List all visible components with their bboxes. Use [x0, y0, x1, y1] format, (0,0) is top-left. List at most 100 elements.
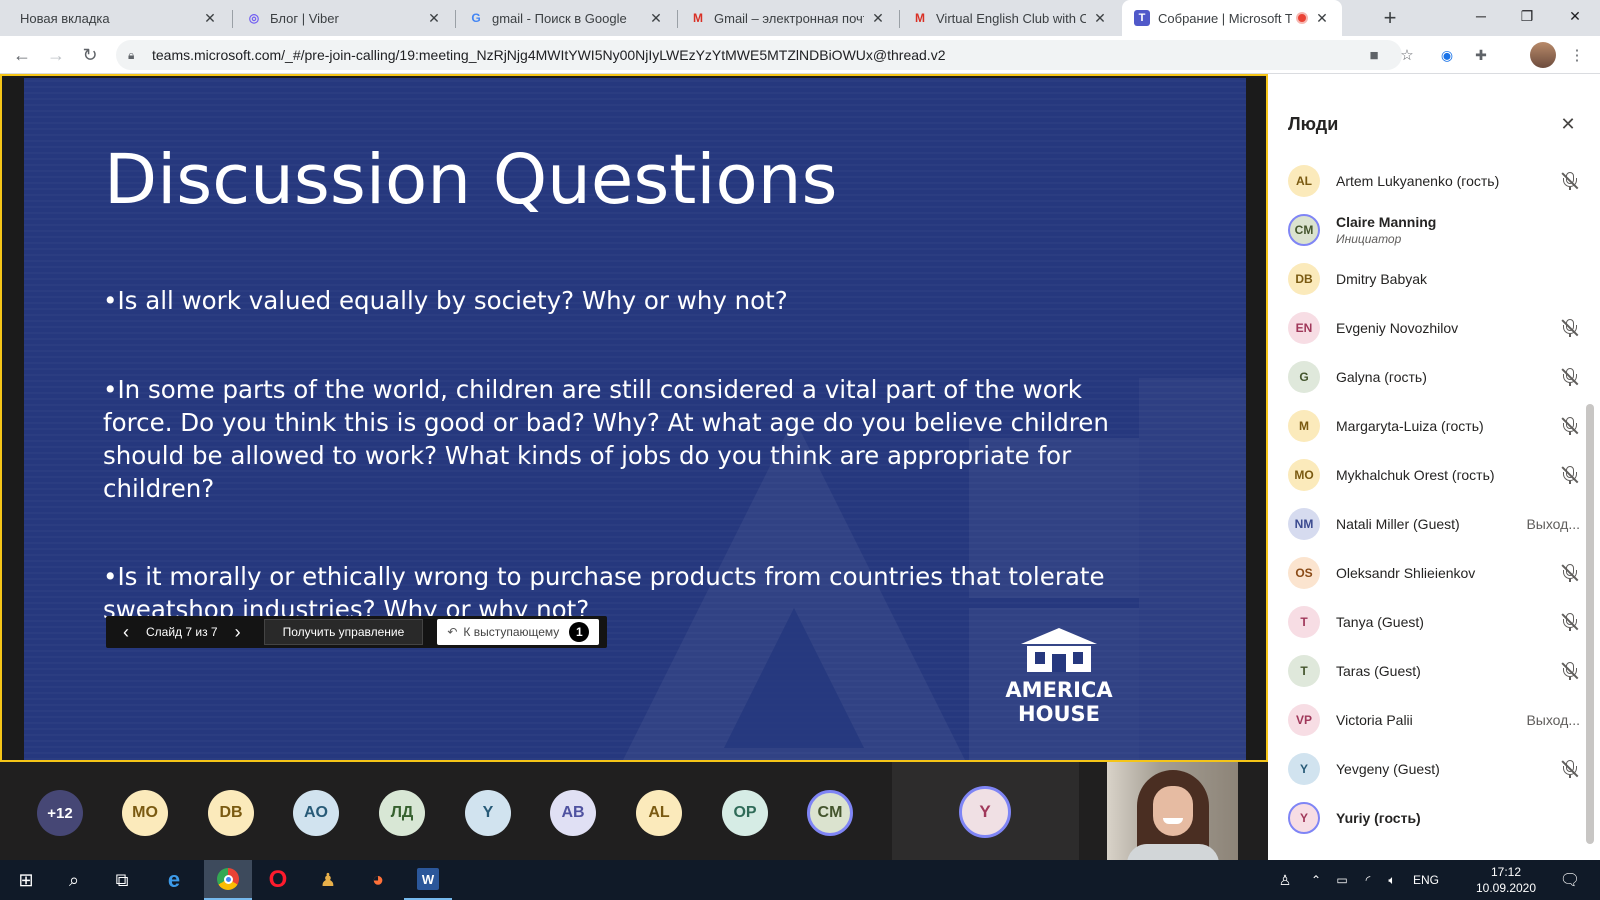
overflow-participants-button[interactable]: +12 [37, 790, 83, 836]
previous-slide-button[interactable]: ‹ [114, 616, 138, 648]
person-row[interactable]: T Tanya (Guest) [1288, 599, 1580, 645]
people-list-scrollbar[interactable] [1586, 404, 1594, 844]
new-tab-button[interactable]: + [1378, 5, 1402, 30]
address-bar[interactable]: 🔒︎ teams.microsoft.com/_#/pre-join-calli… [116, 40, 1402, 70]
person-avatar: Y [1288, 802, 1320, 834]
participant-avatar[interactable]: AL [636, 790, 682, 836]
participant-avatar[interactable]: DB [208, 790, 254, 836]
people-icon[interactable]: ♙ [1270, 860, 1300, 900]
minimize-button[interactable]: ─ [1458, 0, 1504, 32]
person-row[interactable]: Y Yevgeny (Guest) [1288, 746, 1580, 792]
tab-gmail[interactable]: M Gmail – электронная почта ✕ [678, 0, 898, 36]
person-row[interactable]: AL Artem Lukyanenko (гость) [1288, 158, 1580, 204]
participant-avatar[interactable]: AO [293, 790, 339, 836]
notifications-icon[interactable]: 🗨︎ [1554, 860, 1586, 900]
tab-title: Собрание | Microsoft Te [1158, 10, 1292, 26]
person-avatar: AL [1288, 165, 1320, 197]
camera-icon[interactable]: ■ [1363, 44, 1385, 66]
tab-virtual-english-club[interactable]: M Virtual English Club with Clai ✕ [900, 0, 1120, 36]
person-avatar: T [1288, 606, 1320, 638]
profile-avatar[interactable] [1530, 42, 1556, 68]
sync-to-presenter-button[interactable]: ↶ К выступающему 1 [437, 619, 600, 645]
mic-off-icon [1560, 171, 1580, 191]
system-clock[interactable]: 17:12 10.09.2020 [1474, 864, 1538, 896]
volume-icon[interactable]: 🔈︎ [1380, 860, 1404, 900]
reload-button[interactable]: ↻ [76, 41, 104, 69]
language-indicator[interactable]: ENG [1408, 860, 1444, 900]
battery-icon[interactable]: ▭ [1330, 860, 1354, 900]
person-text: Evgeniy Novozhilov [1336, 320, 1560, 336]
person-text: Margaryta-Luiza (гость) [1336, 418, 1560, 434]
tab-teams-meeting[interactable]: T Собрание | Microsoft Te ✕ [1122, 0, 1342, 36]
user-manager-icon[interactable]: ♟ [304, 860, 352, 900]
participant-avatar[interactable]: AB [550, 790, 596, 836]
chrome-icon[interactable] [204, 860, 252, 900]
word-icon[interactable]: W [404, 860, 452, 900]
person-row[interactable]: EN Evgeniy Novozhilov [1288, 305, 1580, 351]
participant-video-tile[interactable] [1107, 762, 1238, 860]
person-row[interactable]: CM Claire Manning Инициатор [1288, 207, 1580, 253]
person-row[interactable]: NM Natali Miller (Guest) Выход... [1288, 501, 1580, 547]
person-row[interactable]: OS Oleksandr Shlieienkov [1288, 550, 1580, 596]
person-row[interactable]: M Margaryta-Luiza (гость) [1288, 403, 1580, 449]
person-avatar: M [1288, 410, 1320, 442]
forward-button[interactable]: → [42, 41, 70, 69]
person-row[interactable]: G Galyna (гость) [1288, 354, 1580, 400]
person-avatar: VP [1288, 704, 1320, 736]
internet-explorer-icon[interactable]: e [150, 860, 198, 900]
person-text: Oleksandr Shlieienkov [1336, 565, 1560, 581]
person-row[interactable]: DB Dmitry Babyak [1288, 256, 1580, 302]
sync-to-presenter-label: К выступающему [463, 625, 560, 639]
person-name: Tanya (Guest) [1336, 614, 1424, 630]
close-icon[interactable]: ✕ [426, 10, 442, 26]
tab-new-tab[interactable]: Новая вкладка ✕ [8, 0, 230, 36]
participant-avatar[interactable]: ЛД [379, 790, 425, 836]
windows-start-icon[interactable]: ⊞ [2, 860, 50, 900]
tab-google-search[interactable]: G gmail - Поиск в Google ✕ [456, 0, 676, 36]
next-slide-button[interactable]: › [226, 616, 250, 648]
wifi-icon[interactable]: ◜ [1356, 860, 1380, 900]
participant-avatar-speaking[interactable]: CM [807, 790, 853, 836]
slide-title: Discussion Questions [104, 140, 838, 220]
mic-off-icon [1560, 318, 1580, 338]
puzzle-icon[interactable]: ✚ [1470, 44, 1492, 66]
clock-time: 17:12 [1490, 865, 1522, 879]
search-icon[interactable]: ⌕ [50, 860, 98, 900]
participant-avatar[interactable]: Y [465, 790, 511, 836]
person-row[interactable]: T Taras (Guest) [1288, 648, 1580, 694]
close-icon[interactable]: ✕ [870, 10, 886, 26]
tab-viber-blog[interactable]: ◎ Блог | Viber ✕ [234, 0, 454, 36]
task-view-icon[interactable]: ⧉ [98, 860, 146, 900]
person-row[interactable]: Y Yuriy (гость) [1288, 795, 1580, 841]
person-text: Artem Lukyanenko (гость) [1336, 173, 1560, 189]
person-row[interactable]: VP Victoria Palii Выход... [1288, 697, 1580, 743]
bookmark-star-icon[interactable]: ☆ [1396, 44, 1418, 66]
take-control-button[interactable]: Получить управление [263, 619, 424, 645]
extension-icon[interactable]: ◉ [1436, 44, 1458, 66]
person-text: Tanya (Guest) [1336, 614, 1560, 630]
close-icon[interactable]: ✕ [1558, 114, 1578, 134]
chevron-up-icon[interactable]: ⌃ [1306, 860, 1326, 900]
participant-avatar[interactable]: OP [722, 790, 768, 836]
back-button[interactable]: ← [8, 41, 36, 69]
people-pane-title: Люди [1288, 114, 1339, 134]
close-icon[interactable]: ✕ [202, 10, 218, 26]
person-name: Margaryta-Luiza (гость) [1336, 418, 1484, 434]
slide-watermark [724, 608, 864, 748]
close-icon[interactable]: ✕ [648, 10, 664, 26]
self-avatar: Y [959, 786, 1011, 838]
close-icon[interactable]: ✕ [1314, 10, 1330, 26]
kebab-menu-icon[interactable]: ⋮ [1566, 44, 1588, 66]
person-row[interactable]: MO Mykhalchuk Orest (гость) [1288, 452, 1580, 498]
person-name: Artem Lukyanenko (гость) [1336, 173, 1500, 189]
slide-watermark [1139, 378, 1246, 760]
firefox-icon[interactable]: ◕ [354, 860, 402, 900]
close-window-button[interactable]: ✕ [1552, 0, 1598, 32]
participant-avatar[interactable]: MO [122, 790, 168, 836]
person-name: Taras (Guest) [1336, 663, 1421, 679]
person-avatar: T [1288, 655, 1320, 687]
opera-icon[interactable]: O [254, 860, 302, 900]
close-icon[interactable]: ✕ [1092, 10, 1108, 26]
person-text: Yuriy (гость) [1336, 810, 1580, 826]
restore-button[interactable]: ❐ [1504, 0, 1550, 32]
